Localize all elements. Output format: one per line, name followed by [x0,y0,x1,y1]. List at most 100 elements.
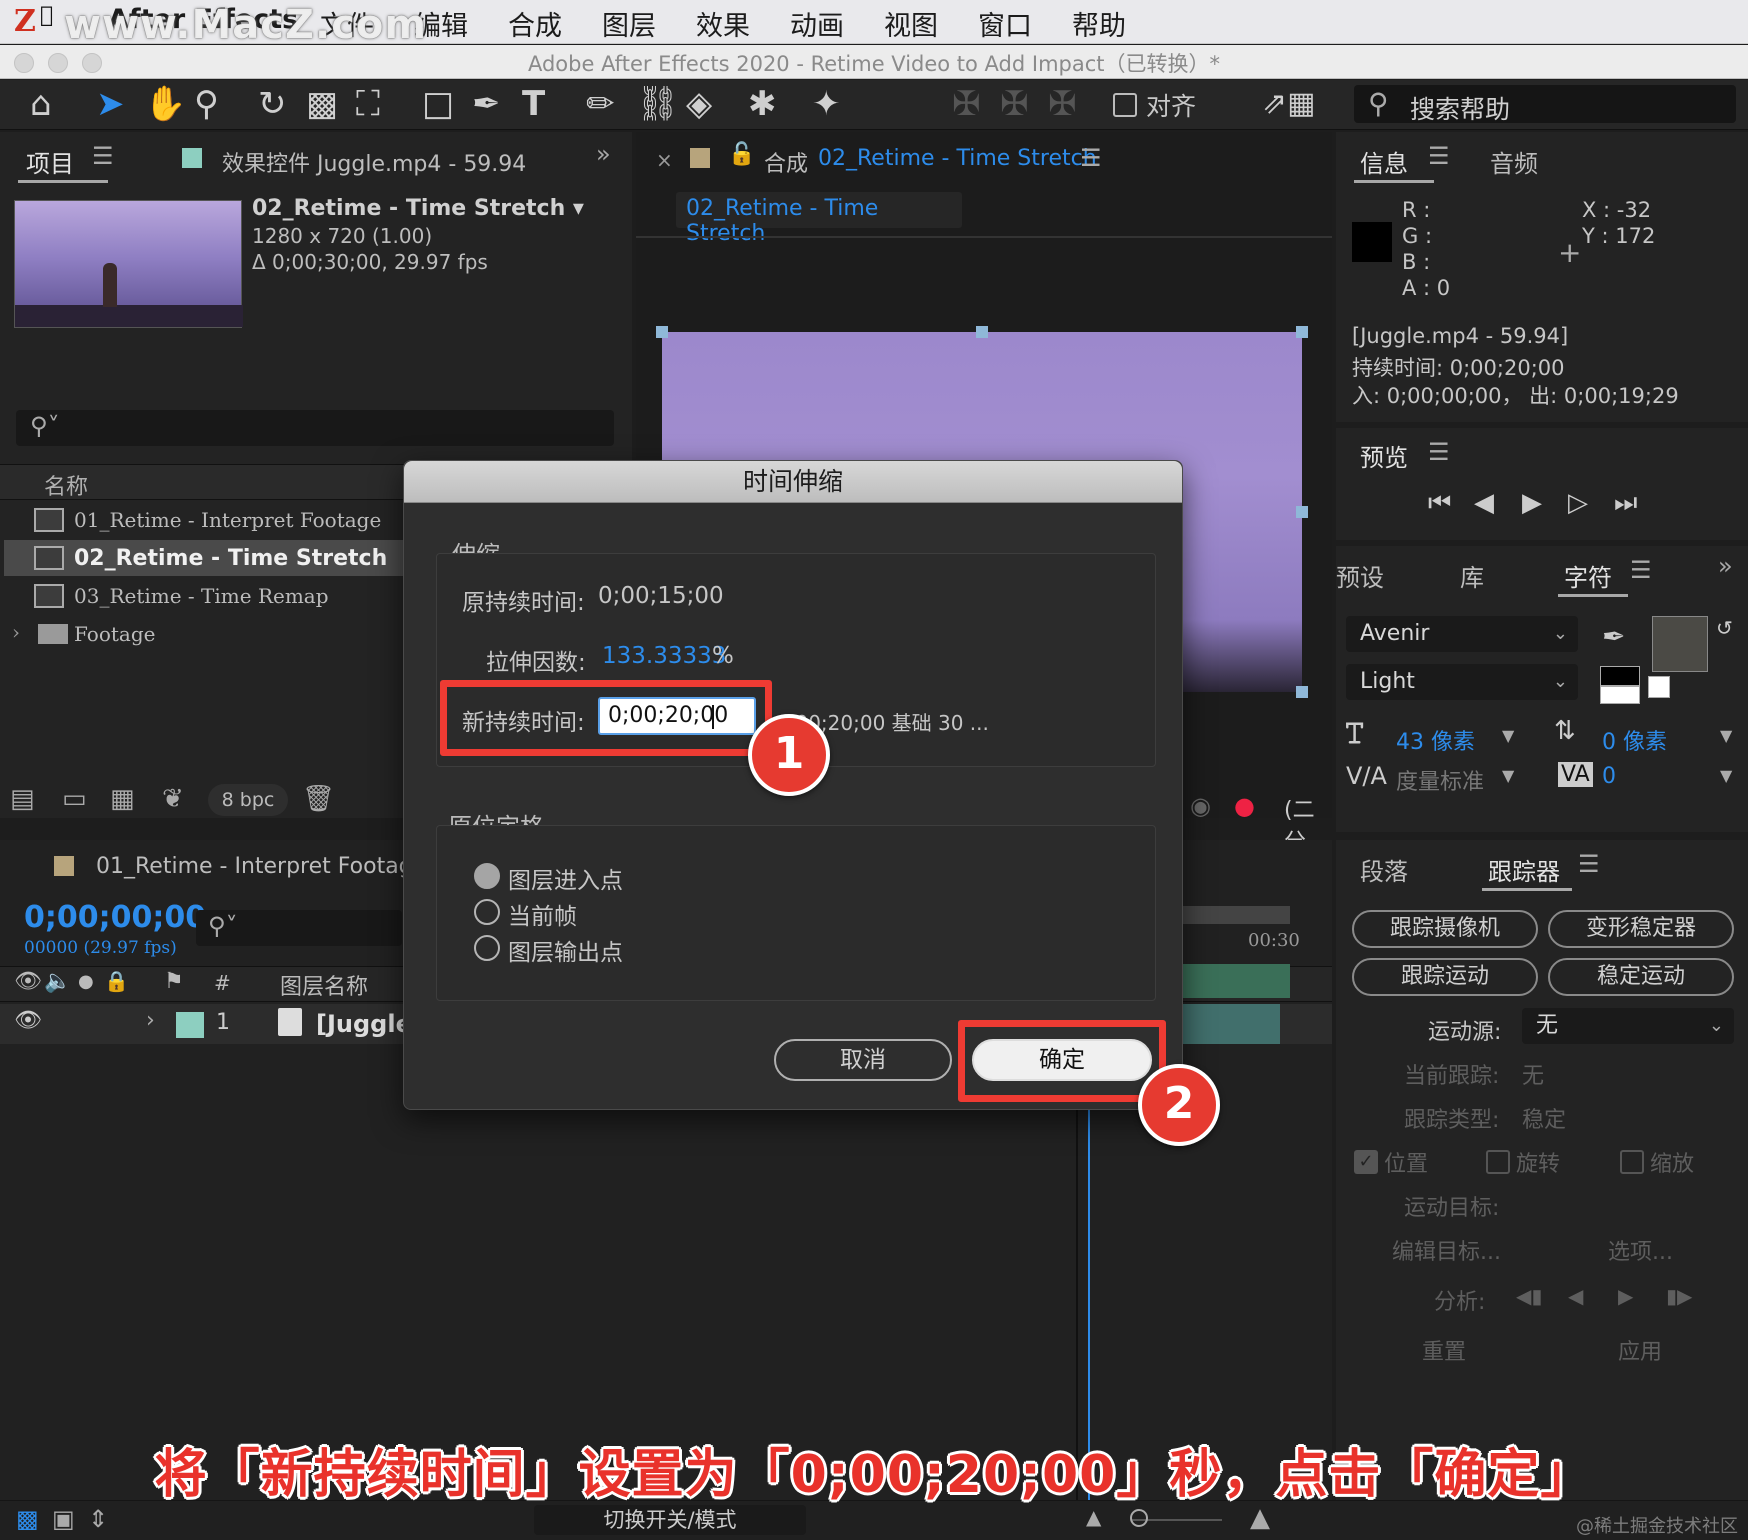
menu-animation[interactable]: 动画 [790,4,844,43]
tab-project[interactable]: 项目 [26,144,74,179]
panel-menu-icon[interactable]: ☰ [1080,144,1102,172]
new-folder-icon[interactable]: ▭ [62,784,87,814]
tab-tracker[interactable]: 跟踪器 [1488,852,1560,887]
black-swatch[interactable] [1600,666,1640,686]
selection-tool-icon[interactable]: ➤ [96,84,125,124]
zoom-tool-icon[interactable]: ⚲ [194,84,219,124]
label-tag-icon[interactable]: ⚑ [164,969,184,994]
expand-panels-icon[interactable]: » [596,140,611,168]
layer-duration-bar[interactable] [1180,964,1290,998]
scale-checkbox[interactable] [1620,1150,1644,1174]
next-frame-icon[interactable]: ▷ [1568,488,1588,518]
menu-window[interactable]: 窗口 [978,4,1032,43]
panel-menu-icon[interactable]: ☰ [1428,142,1450,170]
bit-depth-button[interactable]: 8 bpc [208,784,288,816]
panel-menu-icon[interactable]: ☰ [1630,556,1652,584]
project-item-02-selected[interactable]: 02_Retime - Time Stretch [4,540,404,576]
lock-icon[interactable]: 🔒 [104,969,129,993]
radio-layer-out-point[interactable] [474,935,500,961]
chevron-down-icon[interactable]: ▼ [1720,766,1732,785]
cancel-button[interactable]: 取消 [774,1039,952,1081]
transform-handle[interactable] [1296,506,1308,518]
axis-view-icon[interactable]: ✠ [1048,84,1077,124]
pen-tool-icon[interactable]: ✒ [472,84,501,124]
edit-target-button[interactable]: 编辑目标... [1392,1234,1501,1266]
layer-color-swatch[interactable] [176,1012,204,1038]
project-search-input[interactable]: ⚲˅ [16,410,614,446]
axis-world-icon[interactable]: ✠ [1000,84,1029,124]
analyze-prev-icon[interactable]: ◀ [1568,1284,1583,1308]
transform-handle[interactable] [1296,326,1308,338]
trash-icon[interactable]: 🗑 [302,784,335,814]
layer-bar[interactable] [1180,1004,1280,1044]
position-checkbox[interactable]: ✓ [1354,1150,1378,1174]
zoom-slider-thumb[interactable] [1130,1509,1148,1527]
axis-local-icon[interactable]: ✠ [952,84,981,124]
font-size-value[interactable]: 43 像素 [1396,724,1475,756]
warp-stabilizer-button[interactable]: 变形稳定器 [1548,910,1734,948]
puppet-pin-tool-icon[interactable]: ✦ [812,84,841,124]
panel-menu-icon[interactable]: ☰ [92,142,114,170]
project-item-01[interactable]: 01_Retime - Interpret Footage [4,502,404,538]
transform-handle[interactable] [656,326,668,338]
expand-panels-icon[interactable]: » [1718,552,1733,580]
roto-brush-tool-icon[interactable]: ✱ [748,84,777,124]
chevron-down-icon[interactable]: ▼ [1502,726,1514,745]
pan-behind-tool-icon[interactable]: ⛶ [356,84,380,124]
stretch-factor-input[interactable]: 133.33333 [602,643,726,669]
tab-presets[interactable]: 预设 [1336,558,1384,593]
snapshot-icon[interactable]: ◉ [1190,792,1211,820]
hand-tool-icon[interactable]: ✋ [144,84,186,124]
type-tool-icon[interactable]: T [522,84,545,124]
rotation-checkbox[interactable] [1486,1150,1510,1174]
rotate-tool-icon[interactable]: ↻ [258,84,287,124]
comp-subtab[interactable]: 02_Retime - Time Stretch [676,192,962,246]
work-area-bar[interactable] [1180,906,1290,924]
first-frame-icon[interactable]: ⏮ [1428,488,1451,519]
radio-current-frame[interactable] [474,899,500,925]
interpret-footage-icon[interactable]: ▤ [10,784,35,814]
font-style-select[interactable]: Light ⌄ [1346,664,1578,700]
analyze-back-icon[interactable]: ◀▮ [1516,1284,1542,1308]
lock-icon[interactable]: 🔓 [728,142,755,167]
fill-color-swatch[interactable] [1652,616,1708,672]
menu-effect[interactable]: 效果 [696,4,750,43]
eye-icon[interactable]: 👁 [14,1008,42,1033]
tracking-value[interactable]: 0 [1602,764,1616,789]
graph-editor-icon[interactable]: ⇕ [88,1505,108,1533]
chevron-right-icon[interactable]: › [12,620,20,644]
no-stroke-swatch[interactable] [1648,676,1670,698]
tab-character[interactable]: 字符 [1564,558,1612,593]
white-swatch[interactable] [1600,686,1640,704]
layer-name[interactable]: [Juggle [316,1010,412,1038]
analyze-forward-icon[interactable]: ▮▶ [1666,1284,1692,1308]
close-tab-icon[interactable]: × [656,148,673,172]
menu-composition[interactable]: 合成 [508,4,562,43]
leading-value[interactable]: 0 像素 [1602,724,1667,756]
eye-icon[interactable]: 👁 [14,969,42,994]
chevron-right-icon[interactable]: › [146,1008,155,1033]
search-help-box[interactable]: ⚲ 搜索帮助 [1354,85,1736,124]
expand-layers-icon[interactable]: ▣ [52,1505,75,1533]
home-icon[interactable]: ⌂ [30,84,52,124]
toggle-switches-modes-button[interactable]: 切换开关/模式 [534,1505,806,1535]
selected-comp-name[interactable]: 02_Retime - Time Stretch ▾ [252,196,584,221]
radio-layer-in-point[interactable] [474,863,500,889]
column-layer-name[interactable]: 图层名称 [280,969,368,1001]
channels-icon[interactable]: ● [1234,792,1255,820]
panel-menu-icon[interactable]: ☰ [1578,850,1600,878]
menu-view[interactable]: 视图 [884,4,938,43]
project-folder-footage[interactable]: › Footage [4,616,404,652]
transform-handle[interactable] [976,326,988,338]
eyedropper-icon[interactable]: ✒ [1602,620,1625,653]
comp-flowchart-icon[interactable]: ▩ [16,1505,39,1533]
swap-colors-icon[interactable]: ↺ [1716,616,1733,640]
menu-layer[interactable]: 图层 [602,4,656,43]
stabilize-motion-button[interactable]: 稳定运动 [1548,958,1734,996]
reset-button[interactable]: 重置 [1422,1334,1466,1366]
chevron-down-icon[interactable]: ▼ [1720,726,1732,745]
zoom-in-icon[interactable]: ▲ [1250,1503,1270,1533]
kerning-value[interactable]: 度量标准 [1396,764,1484,796]
tab-comp-name[interactable]: 02_Retime - Time Stretch [818,146,1097,171]
options-button[interactable]: 选项... [1608,1234,1673,1266]
